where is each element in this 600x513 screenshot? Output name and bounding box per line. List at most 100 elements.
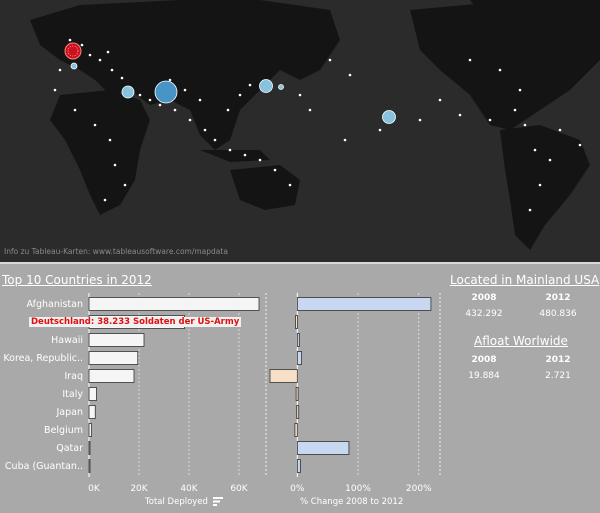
- land-south-america: [500, 125, 590, 250]
- bar-change: [296, 351, 302, 365]
- bubble-japan: [259, 79, 273, 93]
- mainland-value-2012: 480.836: [539, 309, 577, 319]
- bubble-korea: [278, 84, 284, 90]
- land-australia: [230, 165, 300, 210]
- base-dot: [226, 108, 230, 112]
- land-masses: [30, 0, 600, 250]
- base-dot: [248, 83, 252, 87]
- base-dot: [123, 183, 127, 187]
- mainland-2012: 2012 480.836: [532, 293, 584, 319]
- base-dot: [103, 198, 107, 202]
- base-dot: [93, 123, 97, 127]
- bar-total: [88, 441, 91, 455]
- afloat-value-2012: 2.721: [545, 371, 571, 381]
- base-dot: [578, 143, 582, 147]
- category-label: Italy: [62, 389, 83, 400]
- bar-change: [294, 423, 298, 437]
- category-label: Japan: [56, 407, 84, 418]
- base-dot: [488, 118, 492, 122]
- base-dot: [188, 118, 192, 122]
- x-axis-title-change: % Change 2008 to 2012: [300, 497, 404, 507]
- base-dot: [538, 183, 542, 187]
- tooltip-deutschland: Deutschland: 38.233 Soldaten der US-Army: [29, 317, 242, 327]
- base-dot: [110, 68, 114, 72]
- base-dot: [73, 108, 77, 112]
- tick-label: 200%: [406, 484, 432, 494]
- top10-title: Top 10 Countries in 2012: [2, 273, 152, 287]
- bar-charts: Afghanistan Hawaii Korea, Republic.. Iraq It…: [3, 293, 441, 494]
- bubble-hawaii: [382, 110, 396, 124]
- category-label: Iraq: [64, 371, 83, 382]
- bar-total: [88, 387, 97, 401]
- base-dot: [378, 128, 382, 132]
- base-dot: [533, 148, 537, 152]
- dashboard: Info zu Tableau-Karten: www.tableausoftw…: [0, 0, 600, 513]
- bar-total: [88, 297, 260, 311]
- world-map[interactable]: Info zu Tableau-Karten: www.tableausoftw…: [0, 0, 600, 262]
- base-dot: [418, 118, 422, 122]
- bottom-panel: Afghanistan Hawaii Korea, Republic.. Iraq It…: [0, 262, 600, 513]
- base-dot: [513, 108, 517, 112]
- category-label: Hawaii: [51, 335, 83, 346]
- base-dot: [138, 93, 142, 97]
- tick-label: 0K: [88, 484, 101, 494]
- bar-total: [88, 459, 91, 473]
- bar-total: [88, 369, 135, 383]
- base-dot: [238, 93, 242, 97]
- base-dot: [203, 128, 207, 132]
- base-dot: [523, 123, 527, 127]
- base-dot: [468, 58, 472, 62]
- tick-label: 60K: [230, 484, 248, 494]
- bar-total: [88, 405, 96, 419]
- base-dot: [348, 73, 352, 77]
- afloat-title: Afloat Worlwide: [474, 334, 568, 348]
- base-dot: [183, 88, 187, 92]
- base-dot: [458, 113, 462, 117]
- base-dot: [548, 158, 552, 162]
- bubble-afghanistan: [154, 80, 178, 104]
- base-dot: [258, 158, 262, 162]
- base-dot: [213, 138, 217, 142]
- bubble-iraq: [121, 85, 135, 99]
- base-dot: [288, 183, 292, 187]
- afloat-2012: 2012 2.721: [532, 355, 584, 381]
- bubble-italy: [70, 62, 78, 70]
- tick-label: 100%: [345, 484, 371, 494]
- afloat-year-2012: 2012: [545, 355, 571, 365]
- base-dot: [148, 98, 152, 102]
- sort-icon[interactable]: [213, 497, 223, 506]
- bar-change: [296, 459, 301, 473]
- category-label: Qatar: [56, 443, 83, 454]
- bar-total: [88, 423, 92, 437]
- base-dot: [298, 93, 302, 97]
- tick-label: 40K: [180, 484, 198, 494]
- base-dot: [328, 58, 332, 62]
- base-dot: [80, 43, 84, 47]
- bubble-deutschland: [64, 42, 82, 60]
- base-dot: [343, 138, 347, 142]
- base-dot: [438, 98, 442, 102]
- bar-total: [88, 333, 145, 347]
- base-dot: [88, 53, 92, 57]
- base-dot: [68, 38, 72, 42]
- bar-change: [295, 315, 298, 329]
- base-dot: [158, 103, 162, 107]
- afloat-year-2008: 2008: [471, 355, 497, 365]
- base-dot: [113, 163, 117, 167]
- bar-change: [295, 387, 299, 401]
- tick-label: 0%: [290, 484, 305, 494]
- world-map-canvas[interactable]: [0, 0, 600, 262]
- bar-change: [296, 297, 432, 311]
- base-dot: [168, 78, 172, 82]
- bar-change: [296, 405, 300, 419]
- land-africa: [50, 90, 150, 215]
- base-dot: [228, 148, 232, 152]
- base-dot: [53, 88, 57, 92]
- mainland-value-2008: 432.292: [465, 309, 503, 319]
- base-dot: [108, 138, 112, 142]
- base-dot: [243, 153, 247, 157]
- map-credit[interactable]: Info zu Tableau-Karten: www.tableausoftw…: [4, 247, 228, 256]
- base-dot: [198, 98, 202, 102]
- base-dot: [308, 108, 312, 112]
- base-dot: [120, 76, 124, 80]
